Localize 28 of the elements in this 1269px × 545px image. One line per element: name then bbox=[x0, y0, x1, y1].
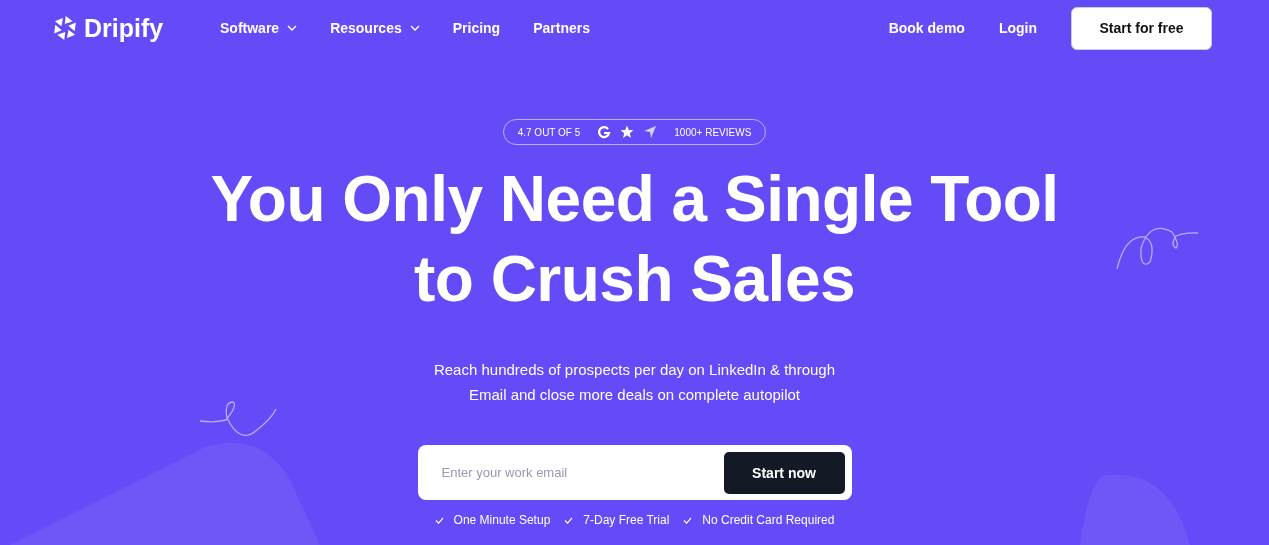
check-icon bbox=[434, 516, 444, 524]
rating-score: 4.7 OUT OF 5 bbox=[517, 126, 581, 138]
star-icon bbox=[620, 125, 635, 139]
subtitle: Reach hundreds of prospects per day on LinkedIn & through bbox=[433, 360, 836, 380]
nav-link[interactable]: Pricing bbox=[452, 20, 501, 36]
logo-icon[interactable] bbox=[52, 15, 78, 41]
start-free-button[interactable]: Start for free bbox=[1071, 6, 1212, 50]
nav-link[interactable]: Book demo bbox=[888, 20, 965, 36]
start-now-button[interactable]: Start now bbox=[723, 451, 845, 494]
headline: You Only Need a Single Tool bbox=[210, 162, 1059, 237]
perk-text: One Minute Setup bbox=[453, 513, 551, 527]
check-icon bbox=[683, 516, 693, 524]
chevron-down-icon bbox=[409, 25, 420, 31]
brand-name[interactable]: Dripify bbox=[84, 13, 164, 43]
subtitle: Email and close more deals on complete autopilot bbox=[468, 385, 800, 405]
g-logo-icon bbox=[597, 125, 612, 139]
review-count: 1000+ REVIEWS bbox=[674, 126, 752, 138]
nav-link[interactable]: Partners bbox=[533, 20, 590, 36]
nav-link[interactable]: Software bbox=[220, 20, 298, 36]
nav-link[interactable]: Login bbox=[998, 20, 1037, 36]
nav-link[interactable]: Resources bbox=[330, 20, 420, 36]
chevron-down-icon bbox=[287, 25, 298, 31]
check-icon bbox=[564, 516, 574, 524]
perk-text: No Credit Card Required bbox=[702, 513, 835, 527]
paper-plane-icon bbox=[643, 125, 658, 139]
perk-text: 7-Day Free Trial bbox=[583, 513, 670, 527]
headline: to Crush Sales bbox=[413, 242, 856, 317]
email-field[interactable]: Enter your work email bbox=[439, 464, 724, 481]
